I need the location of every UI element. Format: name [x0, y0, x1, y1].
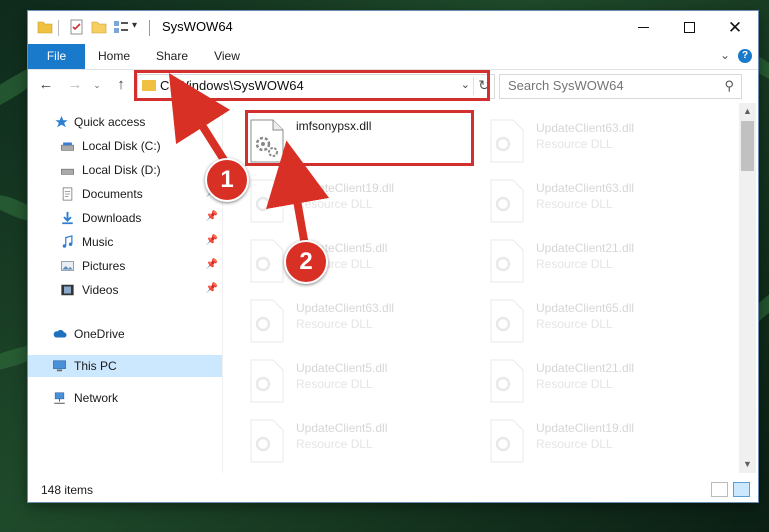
- step-1-badge: 1: [205, 158, 249, 202]
- arrow-to-address-bar: [168, 72, 231, 164]
- step-2-badge: 2: [284, 240, 328, 284]
- annotation-arrows: [168, 72, 330, 244]
- arrow-to-file: [266, 140, 330, 244]
